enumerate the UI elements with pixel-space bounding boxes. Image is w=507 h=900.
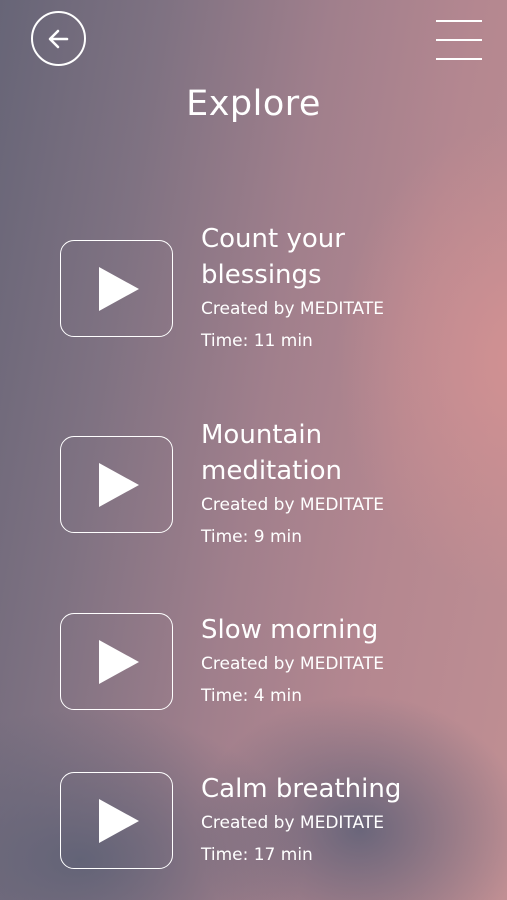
back-button[interactable] <box>31 11 86 66</box>
track-creator: Created by MEDITATE <box>201 299 384 319</box>
track-title: Mountain meditation <box>201 420 342 486</box>
play-icon <box>98 266 139 311</box>
explore-screen: Explore Count your blessings Created by … <box>0 0 507 900</box>
play-button[interactable] <box>60 436 173 533</box>
track-duration: Time: 4 min <box>201 686 303 706</box>
play-icon <box>98 639 139 684</box>
track-info: Slow morning Created by MEDITATE Time: 4… <box>201 612 471 712</box>
hamburger-menu-icon <box>436 20 482 22</box>
track-info: Count your blessings Created by MEDITATE… <box>201 221 471 357</box>
track-title: Calm breathing <box>201 774 402 804</box>
track-creator: Created by MEDITATE <box>201 654 384 674</box>
play-button[interactable] <box>60 613 173 710</box>
hamburger-menu-icon-bottom <box>436 58 482 60</box>
play-button[interactable] <box>60 240 173 337</box>
track-title: Slow morning <box>201 615 379 645</box>
hamburger-menu-icon-middle <box>436 39 482 41</box>
track-info: Calm breathing Created by MEDITATE Time:… <box>201 771 471 871</box>
track-duration: Time: 9 min <box>201 527 303 547</box>
track-duration: Time: 17 min <box>201 845 313 865</box>
play-button[interactable] <box>60 772 173 869</box>
menu-button[interactable] <box>436 18 482 62</box>
track-info: Mountain meditation Created by MEDITATE … <box>201 417 471 553</box>
track-title: Count your blessings <box>201 224 345 290</box>
play-icon <box>98 462 139 507</box>
track-creator: Created by MEDITATE <box>201 813 384 833</box>
track-creator: Created by MEDITATE <box>201 495 384 515</box>
arrow-left-icon <box>48 29 68 48</box>
track-duration: Time: 11 min <box>201 331 313 351</box>
play-icon <box>98 798 139 843</box>
page-title: Explore <box>186 84 321 124</box>
